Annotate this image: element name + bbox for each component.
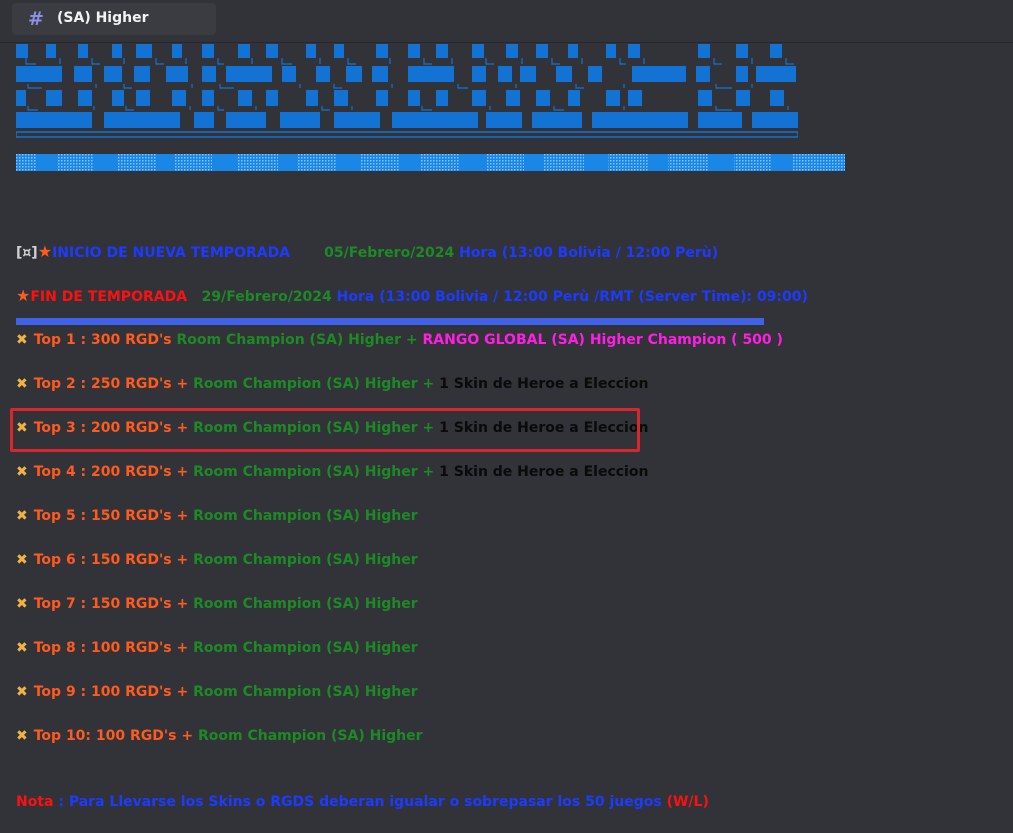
rank-reward: Top 4 : 200 RGD's + bbox=[33, 464, 194, 480]
x-mark-icon: ✖ bbox=[16, 376, 28, 392]
highlight-box bbox=[10, 408, 640, 452]
ascii-art-banner bbox=[16, 44, 798, 138]
room-champion: Room Champion (SA) Higher bbox=[193, 376, 418, 392]
ranking-item: ✖ Top 5 : 150 RGD's + Room Champion (SA) … bbox=[16, 505, 418, 527]
season-end-line: ★FIN DE TEMPORADA 29/Febrero/2024 Hora (… bbox=[16, 285, 808, 307]
rank-reward: Top 8 : 100 RGD's + bbox=[33, 640, 194, 656]
separator-bar bbox=[16, 318, 764, 325]
x-mark-icon: ✖ bbox=[16, 464, 28, 480]
season-start-date: 05/Febrero/2024 bbox=[324, 245, 455, 261]
x-mark-icon: ✖ bbox=[16, 640, 28, 656]
ranking-item: ✖ Top 4 : 200 RGD's + Room Champion (SA) … bbox=[16, 461, 648, 483]
room-champion: Room Champion (SA) Higher bbox=[176, 332, 402, 348]
season-end-label: FIN DE TEMPORADA bbox=[30, 289, 188, 305]
ranking-item: ✖ Top 6 : 150 RGD's + Room Champion (SA) … bbox=[16, 549, 418, 571]
extra-reward: 1 Skin de Heroe a Eleccion bbox=[439, 376, 649, 392]
room-champion: Room Champion (SA) Higher bbox=[193, 596, 418, 612]
room-champion: Room Champion (SA) Higher bbox=[193, 552, 418, 568]
ranking-item: ✖ Top 9 : 100 RGD's + Room Champion (SA) … bbox=[16, 681, 418, 703]
season-end-date: 29/Febrero/2024 bbox=[201, 289, 332, 305]
x-mark-icon: ✖ bbox=[16, 596, 28, 612]
star-icon: ★ bbox=[37, 242, 53, 261]
hash-icon: # bbox=[28, 8, 44, 30]
star-icon: ★ bbox=[16, 286, 31, 305]
rank-reward: Top 5 : 150 RGD's + bbox=[33, 508, 194, 524]
room-champion: Room Champion (SA) Higher bbox=[193, 464, 418, 480]
note-suffix: (W/L) bbox=[661, 794, 709, 810]
extra-reward: 1 Skin de Heroe a Eleccion bbox=[439, 464, 649, 480]
plus-sign: + bbox=[417, 376, 440, 392]
ranking-item: ✖ Top 2 : 250 RGD's + Room Champion (SA) … bbox=[16, 373, 648, 395]
season-start-label: INICIO DE NUEVA TEMPORADA bbox=[52, 245, 291, 261]
season-start-line: [¤]★INICIO DE NUEVA TEMPORADA 05/Febrero… bbox=[16, 241, 718, 263]
note-separator: : bbox=[53, 794, 69, 810]
x-mark-icon: ✖ bbox=[16, 684, 28, 700]
x-mark-icon: ✖ bbox=[16, 332, 28, 348]
rank-reward: Top 2 : 250 RGD's + bbox=[33, 376, 194, 392]
x-mark-icon: ✖ bbox=[16, 508, 28, 524]
note-line: Nota : Para Llevarse los Skins o RGDS de… bbox=[16, 791, 709, 813]
plus-sign: + bbox=[401, 332, 423, 348]
dotted-divider bbox=[16, 154, 845, 171]
rank-reward: Top 9 : 100 RGD's + bbox=[33, 684, 194, 700]
room-champion: Room Champion (SA) Higher bbox=[193, 684, 418, 700]
rank-reward: Top 7 : 150 RGD's + bbox=[33, 596, 194, 612]
x-mark-icon: ✖ bbox=[16, 728, 28, 744]
ranking-item: ✖ Top 1 : 300 RGD's Room Champion (SA) Hi… bbox=[16, 329, 783, 351]
rank-reward: Top 6 : 150 RGD's + bbox=[33, 552, 194, 568]
extra-reward: RANGO GLOBAL (SA) Higher Champion ( 500 … bbox=[422, 332, 783, 348]
room-champion: Room Champion (SA) Higher bbox=[193, 640, 418, 656]
room-champion: Room Champion (SA) Higher bbox=[193, 508, 418, 524]
rank-reward: Top 10: 100 RGD's + bbox=[33, 728, 198, 744]
ranking-item: ✖ Top 10: 100 RGD's + Room Champion (SA) … bbox=[16, 725, 423, 747]
channel-header: # (SA) Higher bbox=[0, 0, 1013, 43]
x-mark-icon: ✖ bbox=[16, 552, 28, 568]
rank-reward: Top 1 : 300 RGD's bbox=[33, 332, 177, 348]
note-text: Para Llevarse los Skins o RGDS deberan i… bbox=[68, 794, 662, 810]
plus-sign: + bbox=[417, 464, 440, 480]
bracket-symbol: [¤] bbox=[16, 245, 38, 261]
channel-title: (SA) Higher bbox=[57, 10, 149, 26]
room-champion: Room Champion (SA) Higher bbox=[197, 728, 423, 744]
note-label: Nota bbox=[16, 794, 54, 810]
season-start-time: Hora (13:00 Bolivia / 12:00 Perù) bbox=[459, 245, 719, 261]
channel-tab[interactable]: # (SA) Higher bbox=[12, 3, 216, 35]
ranking-item: ✖ Top 7 : 150 RGD's + Room Champion (SA) … bbox=[16, 593, 418, 615]
ranking-item: ✖ Top 8 : 100 RGD's + Room Champion (SA) … bbox=[16, 637, 418, 659]
season-end-time: Hora (13:00 Bolivia / 12:00 Perù /RMT (S… bbox=[336, 289, 808, 305]
